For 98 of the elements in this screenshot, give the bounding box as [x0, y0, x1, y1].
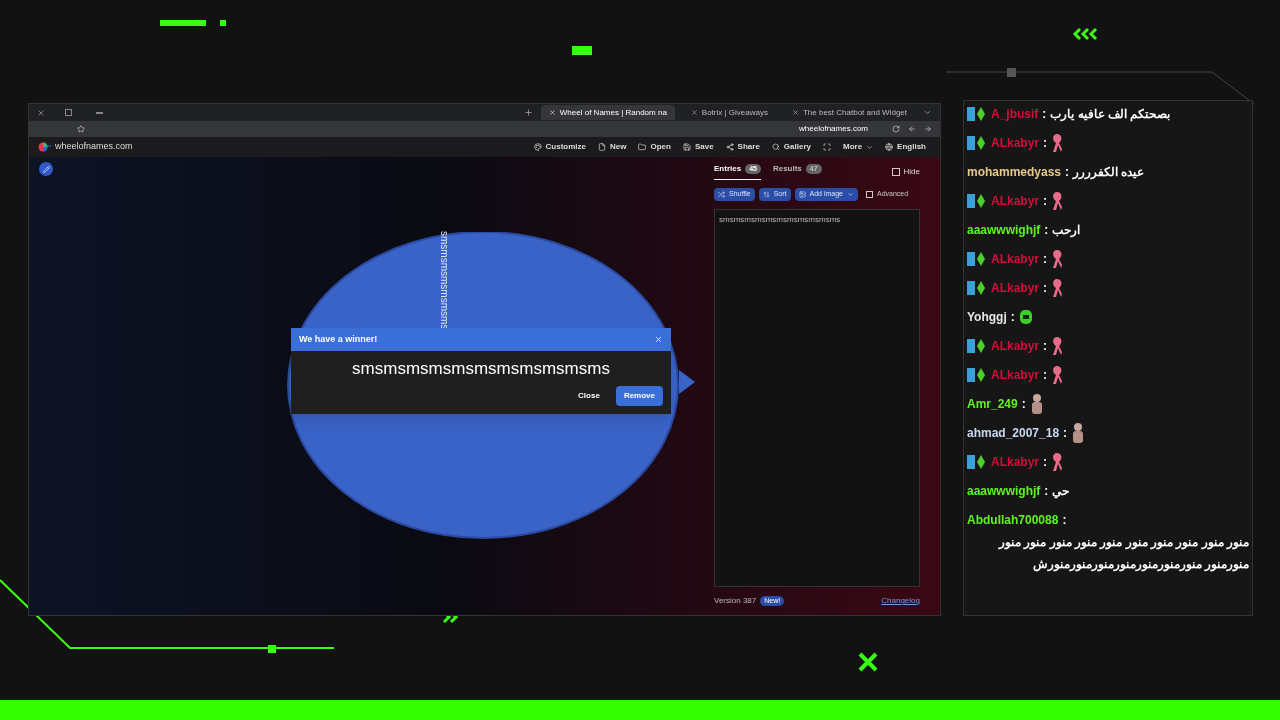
address-field[interactable]: wheelofnames.com [799, 123, 868, 135]
folder-icon [638, 143, 647, 151]
ribbon-emote-icon [1051, 278, 1064, 298]
dialog-title: We have a winner! [299, 332, 378, 346]
ribbon-emote-icon [1051, 249, 1064, 269]
close-icon[interactable] [654, 335, 663, 344]
figure-emote-icon [1071, 422, 1086, 444]
menu-button[interactable]: Open [632, 141, 677, 153]
chat-separator: : [1044, 222, 1049, 239]
palette-icon [533, 143, 542, 151]
chat-username: ALkabyr [991, 454, 1040, 471]
face-emote-icon [1018, 308, 1033, 326]
menu-button[interactable]: English [879, 141, 932, 153]
sort-icon [762, 191, 770, 198]
menu-button[interactable]: More [837, 141, 880, 153]
chat-username: ALkabyr [991, 280, 1040, 297]
close-button[interactable]: Close [570, 386, 608, 406]
chat-text: حي [1052, 483, 1070, 501]
chat-separator: : [1043, 135, 1048, 152]
chat-text: منور منور منور منور منور منور منور منور منور منور منورمنور منورمنورمنورمنورمنورمنورمنورش [997, 534, 1249, 574]
chat-username: ALkabyr [991, 193, 1040, 210]
tab-list-icon[interactable] [923, 108, 932, 117]
figure-emote-icon [1029, 393, 1044, 415]
bookmark-icon[interactable] [77, 125, 85, 133]
chat-text: عيده الكفرررر [1073, 164, 1145, 182]
menu-button[interactable]: Share [719, 141, 766, 153]
chat-username: aaawwwighjf [967, 483, 1041, 500]
entries-field[interactable]: smsmsmsmsmsmsmsmsmsmsms [714, 209, 920, 587]
browser-tab[interactable]: The best Chatbot and Widget [783, 105, 915, 120]
chat-separator: : [1043, 367, 1048, 384]
chat-separator: : [1065, 164, 1070, 181]
globe-icon [885, 143, 894, 151]
shuffle-icon [718, 191, 725, 198]
chat-separator: : [1042, 106, 1047, 123]
chat-text: ارحب [1052, 222, 1081, 240]
forward-icon[interactable] [924, 125, 932, 133]
chat-username: A_jbusif [991, 106, 1039, 123]
menu-button[interactable]: Customize [527, 141, 592, 153]
ribbon-emote-icon [1051, 336, 1064, 356]
caret-icon [866, 143, 874, 151]
chat-separator: : [1043, 193, 1048, 210]
hide-label: Hide [903, 165, 920, 178]
fullscreen-icon [823, 143, 831, 151]
chat-username: Abdullah700088 [967, 512, 1059, 529]
new-tab-icon[interactable] [523, 108, 533, 117]
site-logo-text[interactable]: wheelofnames.com [55, 140, 133, 154]
chat-username: aaawwwighjf [967, 222, 1041, 239]
edit-button[interactable] [39, 162, 53, 176]
chat-separator: : [1062, 512, 1067, 529]
search-icon [771, 143, 780, 151]
chat-text: بصحتكم الف عافيه يارب [1050, 106, 1171, 124]
chat-separator: : [1043, 280, 1048, 297]
chat-username: ALkabyr [991, 338, 1040, 355]
ribbon-emote-icon [1051, 365, 1064, 385]
chat-username: ALkabyr [991, 135, 1040, 152]
close-icon[interactable] [37, 108, 45, 117]
close-icon[interactable] [690, 109, 698, 116]
file-icon [598, 143, 606, 151]
logo-icon [37, 142, 51, 152]
browser-tab[interactable]: Wheel of Names | Random na [540, 105, 675, 120]
chat-separator: : [1043, 454, 1048, 471]
menu-button[interactable]: New [592, 141, 633, 153]
chat-username: ALkabyr [991, 251, 1040, 268]
caret-icon [847, 191, 854, 198]
chat-separator: : [1010, 309, 1015, 326]
save-icon [682, 143, 691, 151]
menu-button[interactable]: Save [676, 141, 720, 153]
close-icon[interactable] [548, 109, 556, 116]
back-icon[interactable] [908, 125, 916, 133]
pencil-icon [42, 165, 50, 173]
reload-icon[interactable] [892, 125, 900, 133]
restore-icon[interactable] [65, 109, 72, 116]
winner-name: smsmsmsmsmsmsmsmsmsmsms [351, 358, 611, 378]
chat-username: Amr_249 [967, 396, 1018, 413]
hide-checkbox[interactable] [891, 167, 900, 176]
chat-username: mohammedyass [967, 164, 1062, 181]
ribbon-emote-icon [1051, 133, 1064, 153]
browser-tab[interactable]: Botrix | Giveaways [682, 105, 776, 120]
chat-separator: : [1021, 396, 1026, 413]
share-icon [725, 143, 734, 151]
minimize-icon[interactable] [96, 111, 103, 114]
chat-username: Yohggj [967, 309, 1007, 326]
wheel-slice-text: smsmsmsmsmsmsms [439, 231, 449, 330]
advanced-checkbox[interactable] [866, 191, 873, 198]
close-icon[interactable] [791, 109, 799, 116]
chat-username: ALkabyr [991, 367, 1040, 384]
chat-separator: : [1043, 338, 1048, 355]
ribbon-emote-icon [1051, 191, 1064, 211]
chat-separator: : [1043, 251, 1048, 268]
chat-separator: : [1063, 425, 1068, 442]
image-icon [798, 191, 806, 198]
version-text: Version 387 [714, 595, 757, 607]
chat-separator: : [1044, 483, 1049, 500]
menu-button[interactable]: Gallery [765, 141, 817, 153]
remove-button[interactable]: Remove [615, 386, 663, 406]
chat-username: ahmad_2007_18 [967, 425, 1060, 442]
ribbon-emote-icon [1051, 452, 1064, 472]
changelog-link[interactable]: Changelog [881, 595, 920, 607]
